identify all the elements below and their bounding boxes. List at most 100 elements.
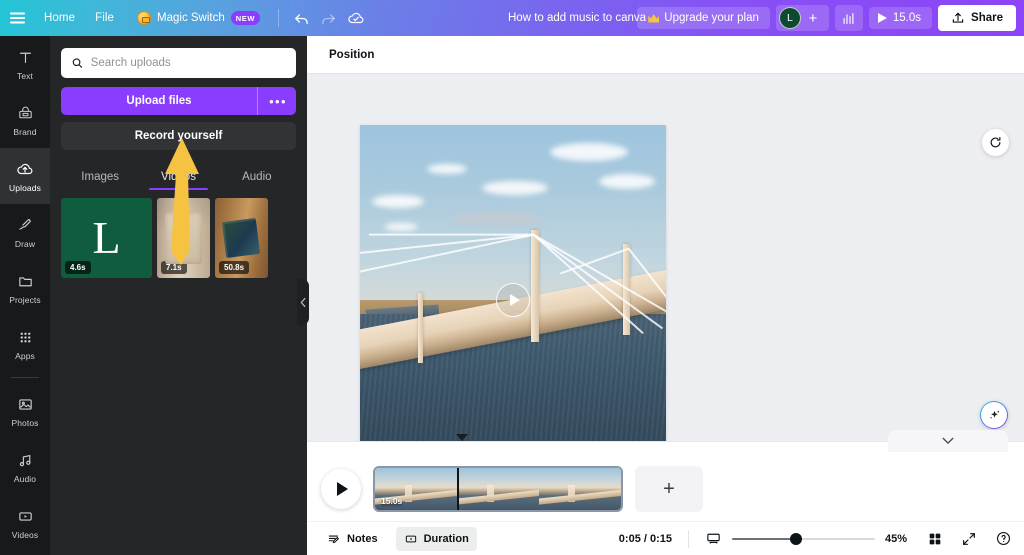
fullscreen-icon[interactable]	[961, 531, 977, 547]
home-button[interactable]: Home	[34, 7, 85, 29]
clip-frame	[456, 468, 539, 510]
search-input[interactable]	[90, 57, 286, 69]
present-play-button[interactable]: 15.0s	[868, 7, 933, 29]
sidebar-item-brand[interactable]: Brand	[0, 92, 50, 148]
chevron-down-icon	[942, 437, 954, 444]
tab-audio[interactable]: Audio	[218, 164, 296, 192]
sidebar-item-uploads[interactable]: Uploads	[0, 148, 50, 204]
notes-button[interactable]: Notes	[319, 527, 386, 551]
timeline-collapse-tab[interactable]	[888, 430, 1008, 452]
search-icon	[72, 58, 83, 68]
collapse-panel-handle[interactable]	[297, 279, 309, 325]
tab-images[interactable]: Images	[61, 164, 139, 192]
zoom-fill	[732, 537, 797, 540]
design-canvas[interactable]	[360, 125, 666, 475]
toolbar-divider	[278, 9, 280, 27]
timer-view-icon[interactable]	[705, 530, 722, 547]
search-uploads-container[interactable]	[61, 48, 296, 78]
top-bar-left: Home File Magic Switch NEW	[0, 0, 369, 36]
brand-icon	[15, 103, 35, 123]
canvas-area	[307, 74, 1024, 475]
play-icon	[509, 294, 520, 306]
sidebar-item-background[interactable]	[0, 551, 50, 555]
redo-icon[interactable]	[315, 5, 342, 32]
playhead[interactable]	[456, 468, 459, 510]
cloud	[482, 181, 549, 195]
document-title-container: How to add music to canva	[500, 0, 654, 36]
upload-thumbnail[interactable]: 50.8s	[215, 198, 268, 278]
sidebar-item-audio[interactable]: Audio	[0, 439, 50, 495]
sidebar-item-apps[interactable]: Apps	[0, 316, 50, 372]
document-title[interactable]: How to add music to canva	[500, 7, 654, 29]
notes-icon	[328, 535, 340, 543]
tab-videos[interactable]: Videos	[139, 164, 217, 192]
video-icon	[15, 506, 35, 526]
coin-icon	[137, 11, 152, 25]
thumbnail-duration: 50.8s	[219, 261, 250, 274]
cloud-saved-icon[interactable]	[342, 5, 369, 32]
magic-sparkle-icon	[989, 410, 999, 418]
sidebar-item-draw[interactable]: Draw	[0, 204, 50, 260]
record-yourself-button[interactable]: Record yourself	[61, 122, 296, 150]
share-upload-icon	[952, 12, 964, 23]
sidebar-item-videos[interactable]: Videos	[0, 495, 50, 551]
share-button[interactable]: Share	[938, 5, 1016, 31]
add-page-button[interactable]: +	[635, 466, 703, 512]
sidebar-item-photos[interactable]: Photos	[0, 383, 50, 439]
bar-chart-icon[interactable]	[834, 5, 863, 31]
play-duration-label: 15.0s	[892, 12, 922, 24]
sidebar-label-apps: Apps	[15, 351, 35, 361]
grid-view-icon[interactable]	[927, 531, 943, 547]
share-label: Share	[971, 12, 1003, 24]
file-menu-button[interactable]: File	[85, 7, 124, 29]
canvas-play-button[interactable]	[496, 283, 530, 317]
upload-more-options-button[interactable]: •••	[258, 87, 296, 115]
duration-label: Duration	[423, 532, 469, 545]
upload-thumbnail[interactable]: 7.1s	[157, 198, 210, 278]
sidebar-item-text[interactable]: Text	[0, 36, 50, 92]
help-question-icon[interactable]	[995, 530, 1012, 547]
sidebar-item-projects[interactable]: Projects	[0, 260, 50, 316]
upgrade-plan-label: Upgrade your plan	[664, 12, 759, 24]
uploads-tabs: Images Videos Audio	[61, 164, 296, 192]
timeline-play-button[interactable]	[321, 469, 361, 509]
canva-editor: Home File Magic Switch NEW How to add mu…	[0, 0, 1024, 555]
magic-switch-label: Magic Switch	[157, 12, 225, 24]
magic-switch-button[interactable]: Magic Switch NEW	[128, 7, 269, 29]
context-toolbar: Position	[307, 36, 1024, 74]
animate-button[interactable]	[982, 129, 1009, 156]
draw-pen-icon	[15, 215, 35, 235]
zoom-slider[interactable]	[732, 532, 875, 546]
notes-label: Notes	[347, 532, 378, 545]
left-rail: Text Brand Uploads Draw Projects Apps Ph…	[0, 36, 50, 555]
bridge-pylon	[531, 230, 540, 342]
upload-files-button[interactable]: Upload files	[61, 87, 258, 115]
upgrade-plan-button[interactable]: Upgrade your plan	[637, 7, 770, 29]
clip-frame	[538, 468, 621, 510]
uploads-thumbnail-list: L 4.6s 7.1s 50.8s	[61, 198, 296, 278]
upload-thumbnail[interactable]: L 4.6s	[61, 198, 152, 278]
collaborators-group: L +	[775, 5, 829, 31]
sidebar-label-uploads: Uploads	[9, 183, 41, 193]
timeline: 15.0s + Notes Duration 0:05 / 0:15 45%	[307, 430, 1024, 555]
chevron-left-icon	[300, 297, 305, 307]
bridge-cable	[369, 233, 535, 236]
sidebar-label-photos: Photos	[11, 418, 39, 428]
crown-icon	[648, 13, 660, 23]
duration-button[interactable]: Duration	[395, 526, 477, 551]
avatar[interactable]: L	[778, 7, 801, 29]
text-icon	[15, 47, 35, 67]
sidebar-label-brand: Brand	[13, 127, 37, 137]
magic-ai-button[interactable]	[980, 401, 1008, 429]
folder-icon	[15, 271, 35, 291]
hamburger-icon[interactable]	[0, 0, 34, 36]
cloud	[427, 163, 468, 174]
timeline-clip[interactable]: 15.0s	[373, 466, 623, 512]
zoom-knob[interactable]	[790, 532, 803, 545]
top-bar-right: Upgrade your plan L + 15.0s Share	[637, 0, 1016, 36]
sidebar-label-draw: Draw	[14, 239, 36, 249]
position-button[interactable]: Position	[321, 44, 382, 66]
add-collaborator-button[interactable]: +	[803, 7, 823, 29]
rail-divider	[11, 377, 39, 378]
undo-icon[interactable]	[288, 5, 315, 32]
